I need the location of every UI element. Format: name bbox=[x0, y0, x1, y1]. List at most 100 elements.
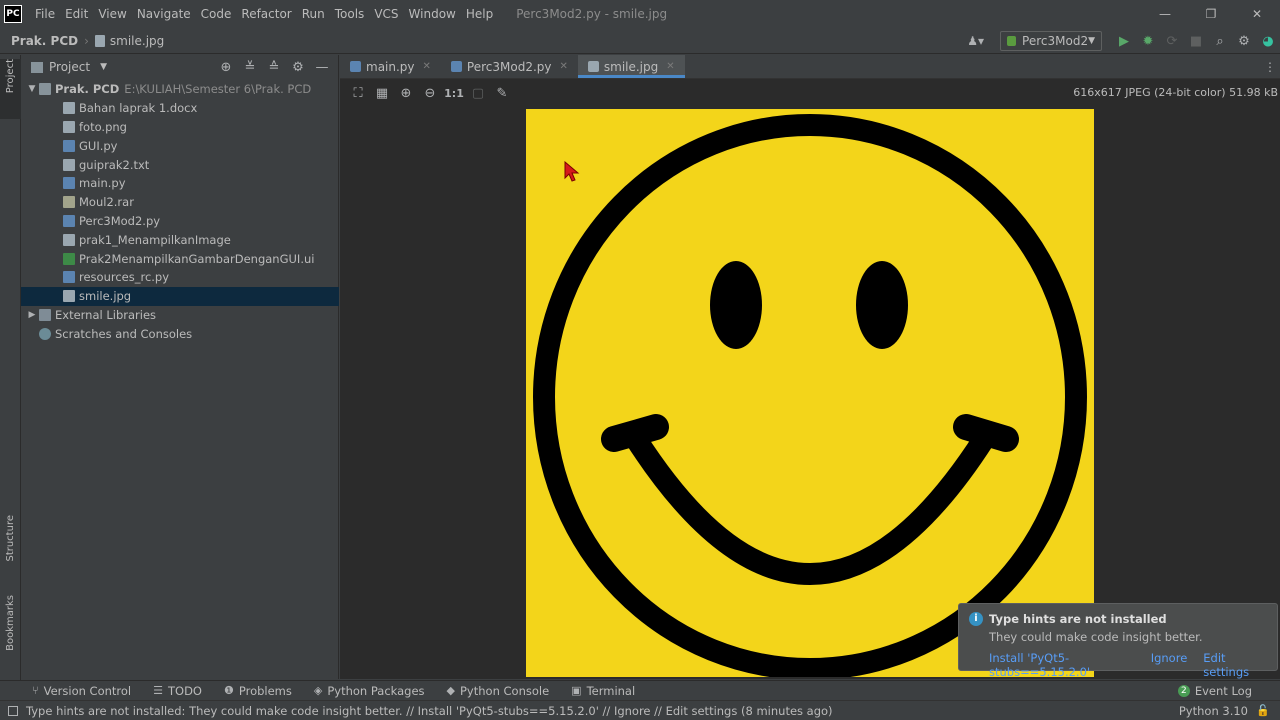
menu-tools[interactable]: Tools bbox=[330, 7, 370, 21]
tree-item[interactable]: guiprak2.txt bbox=[21, 155, 339, 174]
hide-panel-icon[interactable]: — bbox=[310, 60, 334, 75]
tree-scratches[interactable]: Scratches and Consoles bbox=[21, 324, 339, 343]
zoom-out-icon[interactable]: ⊖ bbox=[418, 86, 442, 101]
restore-button[interactable]: ❐ bbox=[1188, 0, 1234, 28]
menu-refactor[interactable]: Refactor bbox=[236, 7, 296, 21]
tree-item-label: foto.png bbox=[79, 119, 127, 134]
chevron-down-icon[interactable]: ▼ bbox=[25, 84, 39, 94]
chevron-right-icon[interactable]: ▶ bbox=[25, 310, 39, 320]
close-icon[interactable]: ✕ bbox=[423, 61, 431, 72]
tab-main-py[interactable]: main.py ✕ bbox=[340, 55, 441, 78]
terminal-tab[interactable]: ▣ Terminal bbox=[571, 684, 635, 698]
tree-item[interactable]: main.py bbox=[21, 174, 339, 193]
window-controls: — ❐ ✕ bbox=[1142, 0, 1280, 28]
project-panel-title[interactable]: Project bbox=[49, 60, 90, 74]
tool-windows-toggle-icon[interactable] bbox=[8, 705, 18, 716]
close-window-button[interactable]: ✕ bbox=[1234, 0, 1280, 28]
tab-smile-jpg[interactable]: smile.jpg ✕ bbox=[577, 55, 685, 78]
menu-help[interactable]: Help bbox=[461, 7, 498, 21]
tree-item[interactable]: resources_rc.py bbox=[21, 268, 339, 287]
coverage-icon[interactable]: ⟳ bbox=[1160, 30, 1184, 52]
structure-tool-tab[interactable]: Structure bbox=[0, 515, 21, 581]
tree-item[interactable]: Bahan laprak 1.docx bbox=[21, 99, 339, 118]
stop-icon[interactable]: ■ bbox=[1184, 30, 1208, 52]
tree-item[interactable]: GUI.py bbox=[21, 136, 339, 155]
minimize-button[interactable]: — bbox=[1142, 0, 1188, 28]
chessboard-icon[interactable]: ▢ bbox=[466, 86, 490, 101]
actual-size-button[interactable]: 1:1 bbox=[442, 87, 466, 100]
tree-item[interactable]: Prak2MenampilkanGambarDenganGUI.ui bbox=[21, 249, 339, 268]
color-picker-icon[interactable]: ✎ bbox=[490, 86, 514, 101]
python-packages-tab[interactable]: ◈ Python Packages bbox=[314, 684, 425, 698]
bookmarks-tool-tab[interactable]: Bookmarks bbox=[0, 595, 21, 667]
tree-root[interactable]: ▼ Prak. PCD E:\KULIAH\Semester 6\Prak. P… bbox=[21, 80, 339, 99]
lock-icon[interactable]: 🔓 bbox=[1256, 704, 1270, 717]
more-options-icon[interactable]: ⋮ bbox=[1260, 55, 1280, 78]
expand-all-icon[interactable]: ≚ bbox=[238, 60, 262, 75]
debug-icon[interactable]: ✹ bbox=[1136, 30, 1160, 52]
tree-item-label: guiprak2.txt bbox=[79, 157, 150, 172]
tree-item[interactable]: prak1_MenampilkanImage bbox=[21, 230, 339, 249]
event-log-tab[interactable]: 2 Event Log bbox=[1177, 681, 1252, 701]
breadcrumb-project[interactable]: Prak. PCD bbox=[11, 34, 78, 48]
menu-code[interactable]: Code bbox=[196, 7, 237, 21]
bottom-tab-label: Terminal bbox=[586, 683, 636, 698]
edit-settings-link[interactable]: Edit settings bbox=[1203, 651, 1261, 679]
tree-external-libraries[interactable]: ▶ External Libraries bbox=[21, 306, 339, 325]
python-interpreter-selector[interactable]: Python 3.10 bbox=[1179, 704, 1248, 718]
close-icon[interactable]: ✕ bbox=[559, 61, 567, 72]
python-console-tab[interactable]: ◆ Python Console bbox=[447, 684, 550, 698]
image-file-icon bbox=[587, 61, 599, 72]
left-tool-strip: Project Structure Bookmarks bbox=[0, 55, 21, 699]
todo-tab[interactable]: ☰ TODO bbox=[153, 684, 202, 698]
title-bar: PC File Edit View Navigate Code Refactor… bbox=[0, 0, 1280, 28]
editor-tabs: main.py ✕ Perc3Mod2.py ✕ smile.jpg ✕ ⋮ bbox=[340, 55, 1280, 79]
breadcrumb-separator: › bbox=[84, 33, 89, 48]
search-icon[interactable]: ⌕ bbox=[1208, 30, 1232, 52]
tree-item[interactable]: Perc3Mod2.py bbox=[21, 212, 339, 231]
grid-icon[interactable]: ▦ bbox=[370, 86, 394, 101]
tree-item[interactable]: Moul2.rar bbox=[21, 193, 339, 212]
bottom-tab-label: Problems bbox=[238, 683, 292, 698]
tree-item[interactable]: foto.png bbox=[21, 118, 339, 137]
tree-item-label: smile.jpg bbox=[79, 289, 132, 304]
user-icon[interactable]: ♟▾ bbox=[967, 34, 984, 48]
menu-edit[interactable]: Edit bbox=[60, 7, 93, 21]
root-path: E:\KULIAH\Semester 6\Prak. PCD bbox=[124, 82, 312, 97]
menu-window[interactable]: Window bbox=[404, 7, 461, 21]
tab-label: smile.jpg bbox=[603, 59, 659, 74]
python-file-icon bbox=[63, 214, 75, 227]
menu-run[interactable]: Run bbox=[297, 7, 330, 21]
python-config-icon bbox=[1007, 36, 1017, 46]
install-stubs-link[interactable]: Install 'PyQt5-stubs==5.15.2.0' bbox=[989, 651, 1135, 679]
breadcrumb-file[interactable]: smile.jpg bbox=[110, 34, 164, 48]
mouse-cursor-icon bbox=[564, 161, 580, 182]
menu-vcs[interactable]: VCS bbox=[369, 7, 403, 21]
locate-file-icon[interactable]: ⊕ bbox=[214, 60, 238, 75]
settings-gear-icon[interactable]: ⚙ bbox=[286, 60, 310, 75]
tree-item-label: Prak2MenampilkanGambarDenganGUI.ui bbox=[79, 251, 315, 266]
menu-file[interactable]: File bbox=[30, 7, 60, 21]
close-icon[interactable]: ✕ bbox=[666, 61, 674, 72]
tree-item-selected[interactable]: smile.jpg bbox=[21, 286, 339, 306]
version-control-tab[interactable]: ⑂ Version Control bbox=[32, 684, 131, 698]
settings-gear-icon[interactable]: ⚙ bbox=[1232, 30, 1256, 52]
menu-navigate[interactable]: Navigate bbox=[132, 7, 196, 21]
menu-view[interactable]: View bbox=[93, 7, 131, 21]
zoom-in-icon[interactable]: ⊕ bbox=[394, 86, 418, 101]
problems-tab[interactable]: ❶ Problems bbox=[224, 684, 292, 698]
tab-perc3mod2-py[interactable]: Perc3Mod2.py ✕ bbox=[441, 55, 578, 78]
chevron-down-icon[interactable]: ▼ bbox=[100, 62, 107, 72]
jetbrains-toolbox-icon[interactable]: ◕ bbox=[1256, 30, 1280, 52]
run-icon[interactable]: ▶ bbox=[1112, 30, 1136, 52]
tree-item-label: External Libraries bbox=[55, 307, 157, 322]
project-tool-tab[interactable]: Project bbox=[0, 59, 21, 119]
navigation-bar: Prak. PCD › smile.jpg ♟▾ Perc3Mod2 ▼ ▶ ✹… bbox=[0, 28, 1280, 54]
collapse-all-icon[interactable]: ≙ bbox=[262, 60, 286, 75]
ignore-link[interactable]: Ignore bbox=[1151, 651, 1188, 679]
run-configuration-select[interactable]: Perc3Mod2 ▼ bbox=[1000, 31, 1102, 51]
notification-balloon: i Type hints are not installed They coul… bbox=[958, 603, 1278, 679]
status-message[interactable]: Type hints are not installed: They could… bbox=[26, 704, 833, 718]
python-file-icon bbox=[63, 177, 75, 190]
fit-zoom-icon[interactable]: ⛶ bbox=[346, 86, 370, 101]
